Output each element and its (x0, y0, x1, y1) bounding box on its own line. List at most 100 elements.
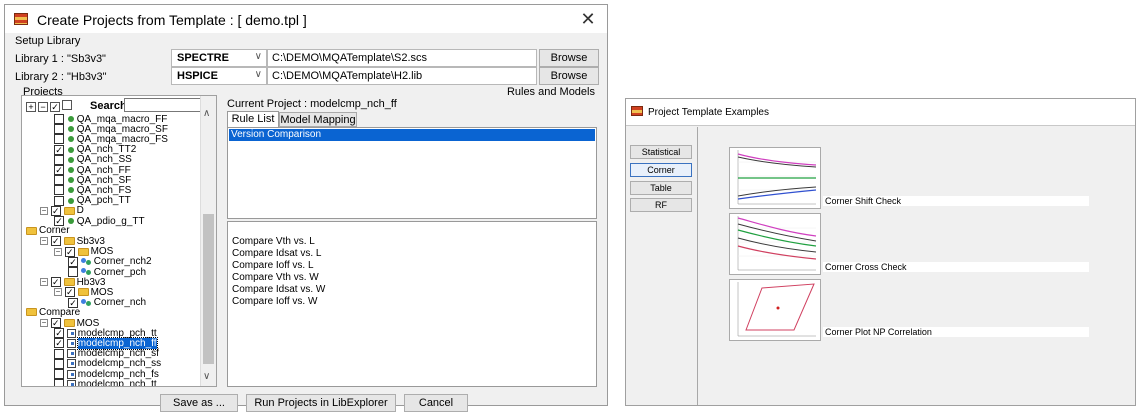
collapse-icon[interactable]: − (40, 319, 48, 327)
tree-folder[interactable]: − ✓ MOS (40, 318, 99, 328)
library-1-browse-button[interactable]: Browse (539, 49, 599, 67)
tree-checkbox[interactable]: ✓ (54, 338, 64, 349)
tree-checkbox[interactable] (54, 379, 64, 386)
tree-checkbox[interactable] (54, 175, 64, 186)
library-2-browse-button[interactable]: Browse (539, 67, 599, 85)
item-icon (67, 156, 74, 163)
collapse-icon[interactable]: − (54, 247, 62, 256)
tree-item[interactable]: modelcmp_nch_ss (54, 358, 162, 370)
tree-checkbox[interactable] (54, 114, 64, 124)
tree-checkbox[interactable]: ✓ (68, 256, 78, 267)
tree-item[interactable]: Corner_pch (68, 267, 146, 277)
tree-item[interactable]: ✓ QA_nch_FF (54, 165, 131, 175)
tree-item[interactable]: QA_nch_SS (54, 154, 132, 166)
tree-checkbox[interactable]: ✓ (50, 277, 61, 288)
category-rf-button[interactable]: RF (630, 198, 692, 212)
corner-np-thumbnail[interactable] (729, 279, 821, 341)
tree-checkbox[interactable] (54, 369, 64, 379)
scroll-up-icon[interactable]: ∧ (203, 108, 210, 119)
collapse-icon[interactable]: − (40, 278, 48, 287)
tree-folder[interactable]: − ✓ Hb3v3 (40, 277, 105, 287)
tree-scrollbar[interactable]: ∧ ∨ (200, 96, 216, 386)
folder-icon (77, 288, 89, 297)
tree-item[interactable]: ✓ modelcmp_pch_tt (54, 328, 157, 338)
tree-item[interactable]: QA_pch_TT (54, 195, 131, 206)
expand-all-icon[interactable]: + (26, 102, 36, 112)
tree-item[interactable]: modelcmp_nch_fs (54, 369, 159, 379)
tab-rule-list[interactable]: Rule List (227, 111, 279, 127)
tree-item-label: Corner_nch (93, 297, 147, 309)
tree-checkbox[interactable] (54, 185, 64, 196)
tree-checkbox[interactable]: ✓ (50, 318, 61, 328)
collapse-icon[interactable]: − (54, 288, 62, 297)
corner-cross-thumbnail[interactable] (729, 213, 821, 275)
tree-item[interactable]: modelcmp_nch_sf (54, 348, 159, 359)
tree-checkbox[interactable]: ✓ (54, 144, 64, 155)
tree-folder[interactable]: Compare (26, 307, 80, 318)
tree-item[interactable]: ✓ modelcmp_nch_ff (54, 337, 158, 351)
comparison-item[interactable]: Compare Vth vs. W (232, 272, 319, 283)
tree-checkbox[interactable] (54, 358, 64, 369)
tree-item[interactable]: QA_mqa_macro_FS (54, 134, 168, 145)
tree-checkbox[interactable]: ✓ (54, 328, 64, 339)
tree-folder[interactable]: − ✓ D (40, 205, 84, 216)
tree-checkbox[interactable] (54, 195, 64, 206)
tree-checkbox[interactable]: ✓ (50, 236, 61, 247)
tree-checkbox[interactable] (54, 348, 64, 359)
comparison-item[interactable]: Compare Vth vs. L (232, 236, 315, 247)
scroll-down-icon[interactable]: ∨ (203, 371, 210, 382)
tree-checkbox[interactable]: ✓ (54, 165, 64, 175)
tree-folder[interactable]: − ✓ MOS (54, 246, 113, 257)
library-2-simulator-value: HSPICE (177, 70, 218, 82)
tree-checkbox[interactable] (54, 154, 64, 165)
tree-folder[interactable]: Corner (26, 226, 70, 236)
library-2-path-field[interactable]: C:\DEMO\MQATemplate\H2.lib (267, 67, 537, 85)
tab-model-mapping[interactable]: Model Mapping (279, 112, 357, 127)
collapse-icon[interactable]: − (40, 206, 48, 215)
collapse-all-icon[interactable]: − (38, 102, 48, 112)
item-icon (67, 197, 74, 204)
category-table-button[interactable]: Table (630, 181, 692, 195)
run-projects-button[interactable]: Run Projects in LibExplorer (246, 394, 396, 412)
tree-checkbox[interactable] (54, 134, 64, 145)
tree-item[interactable]: modelcmp_nch_tt (54, 379, 157, 386)
tree-item-label: modelcmp_nch_ss (77, 358, 162, 370)
corner-shift-caption: Corner Shift Check (823, 196, 1089, 206)
tree-folder[interactable]: − ✓ MOS (54, 287, 113, 298)
comparison-item[interactable]: Compare Idsat vs. W (232, 284, 325, 295)
search-input[interactable] (124, 98, 212, 112)
check-all-icon[interactable]: ✓ (50, 102, 60, 112)
tree-item[interactable]: ✓ Corner_nch2 (68, 256, 152, 267)
close-icon[interactable]: ✕ (575, 7, 601, 31)
tree-item-label: QA_nch_SS (76, 154, 132, 166)
corner-shift-thumbnail[interactable] (729, 147, 821, 209)
scroll-thumb[interactable] (203, 214, 214, 364)
library-1-path-field[interactable]: C:\DEMO\MQATemplate\S2.scs (267, 49, 537, 67)
tree-item[interactable]: QA_mqa_macro_FF (54, 114, 167, 124)
category-statistical-button[interactable]: Statistical (630, 145, 692, 159)
chevron-down-icon: ∨ (254, 69, 262, 80)
tree-checkbox[interactable] (68, 267, 78, 277)
tree-folder[interactable]: − ✓ Sb3v3 (40, 236, 105, 247)
save-as-button[interactable]: Save as ... (160, 394, 238, 412)
collapse-icon[interactable]: − (40, 237, 48, 246)
project-icon (80, 257, 92, 266)
library-2-simulator-select[interactable]: HSPICE ∨ (171, 67, 267, 85)
tree-item[interactable]: QA_mqa_macro_SF (54, 124, 168, 134)
tree-checkbox[interactable]: ✓ (64, 246, 75, 257)
cancel-button[interactable]: Cancel (404, 394, 468, 412)
tree-toolbar: + − ✓ (26, 100, 74, 114)
category-corner-button[interactable]: Corner (630, 163, 692, 177)
tree-item[interactable]: QA_nch_SF (54, 175, 131, 185)
rule-list-item[interactable]: Version Comparison (229, 129, 595, 141)
uncheck-all-icon[interactable] (62, 100, 72, 110)
tree-item[interactable]: ✓ QA_nch_TT2 (54, 144, 136, 155)
comparison-item[interactable]: Compare Ioff vs. L (232, 260, 314, 271)
library-1-simulator-select[interactable]: SPECTRE ∨ (171, 49, 267, 67)
tree-checkbox[interactable]: ✓ (50, 205, 61, 216)
tree-checkbox[interactable] (54, 124, 64, 135)
comparison-item[interactable]: Compare Idsat vs. L (232, 248, 321, 259)
comparison-item[interactable]: Compare Ioff vs. W (232, 296, 317, 307)
tree-checkbox[interactable]: ✓ (64, 287, 75, 298)
tree-item[interactable]: QA_nch_FS (54, 185, 131, 196)
